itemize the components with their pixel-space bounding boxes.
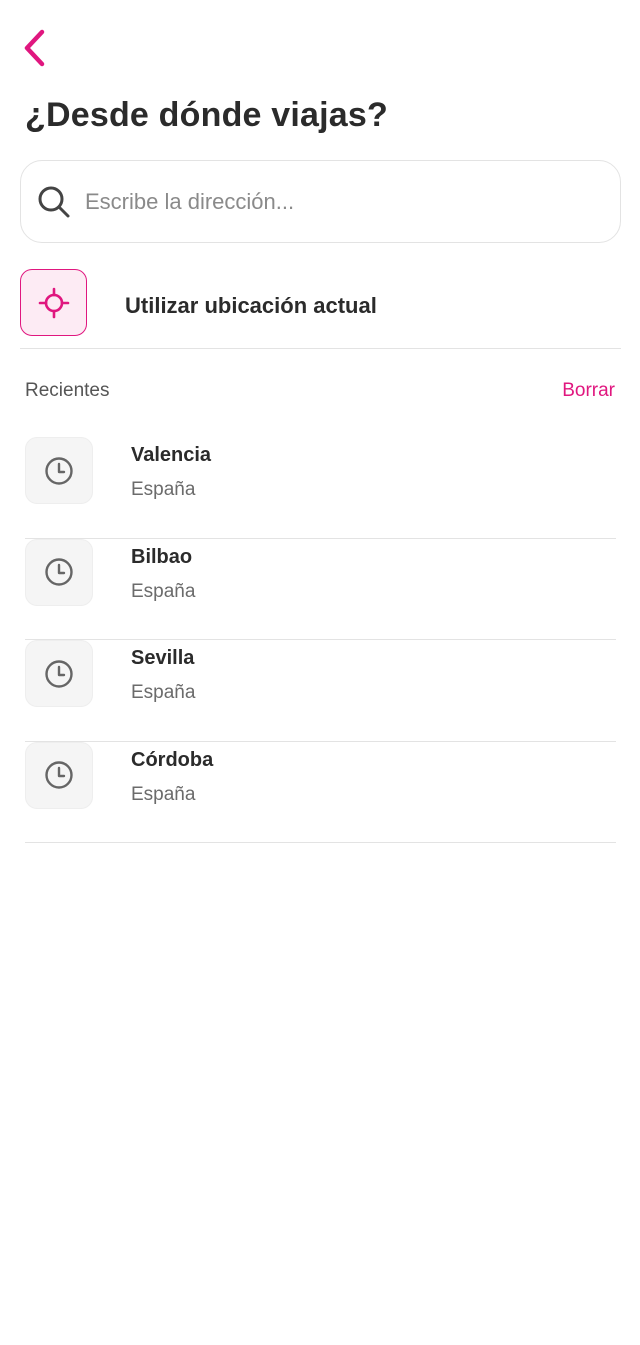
recent-icon-box bbox=[25, 640, 93, 707]
search-box[interactable] bbox=[20, 160, 621, 243]
recent-item-name: Córdoba bbox=[131, 748, 214, 771]
recent-item-bilbao[interactable]: Bilbao España bbox=[25, 538, 616, 640]
recent-item-country: España bbox=[131, 580, 196, 602]
recent-item-valencia[interactable]: Valencia España bbox=[25, 437, 616, 539]
clock-icon bbox=[45, 761, 73, 789]
recent-item-cordoba[interactable]: Córdoba España bbox=[25, 741, 616, 843]
clear-recents-button[interactable]: Borrar bbox=[562, 380, 615, 402]
recent-item-country: España bbox=[131, 682, 196, 703]
recent-icon-box bbox=[25, 741, 93, 809]
recent-icon-box bbox=[25, 437, 93, 504]
recent-item-country: España bbox=[131, 783, 196, 805]
clock-icon bbox=[45, 456, 73, 485]
location-icon-box bbox=[20, 269, 87, 336]
clock-icon bbox=[45, 659, 73, 688]
recent-item-name: Sevilla bbox=[131, 647, 195, 669]
recents-header: Recientes Borrar bbox=[25, 380, 615, 402]
use-current-location-button[interactable]: Utilizar ubicación actual bbox=[20, 269, 621, 349]
search-icon bbox=[37, 185, 71, 219]
recent-item-name: Bilbao bbox=[131, 545, 193, 568]
recent-icon-box bbox=[25, 538, 93, 606]
back-button[interactable] bbox=[14, 26, 54, 70]
recent-item-name: Valencia bbox=[131, 444, 212, 466]
crosshair-icon bbox=[38, 287, 69, 318]
clock-icon bbox=[45, 558, 73, 586]
recent-item-country: España bbox=[131, 479, 196, 500]
current-location-label: Utilizar ubicación actual bbox=[125, 293, 377, 318]
search-input[interactable] bbox=[85, 188, 565, 215]
chevron-left-icon bbox=[24, 29, 45, 67]
page-title: ¿Desde dónde viajas? bbox=[25, 96, 388, 134]
recents-title: Recientes bbox=[25, 380, 110, 401]
recent-list: Valencia España Bilbao España Sevilla Es… bbox=[25, 437, 616, 843]
recent-item-sevilla[interactable]: Sevilla España bbox=[25, 640, 616, 742]
